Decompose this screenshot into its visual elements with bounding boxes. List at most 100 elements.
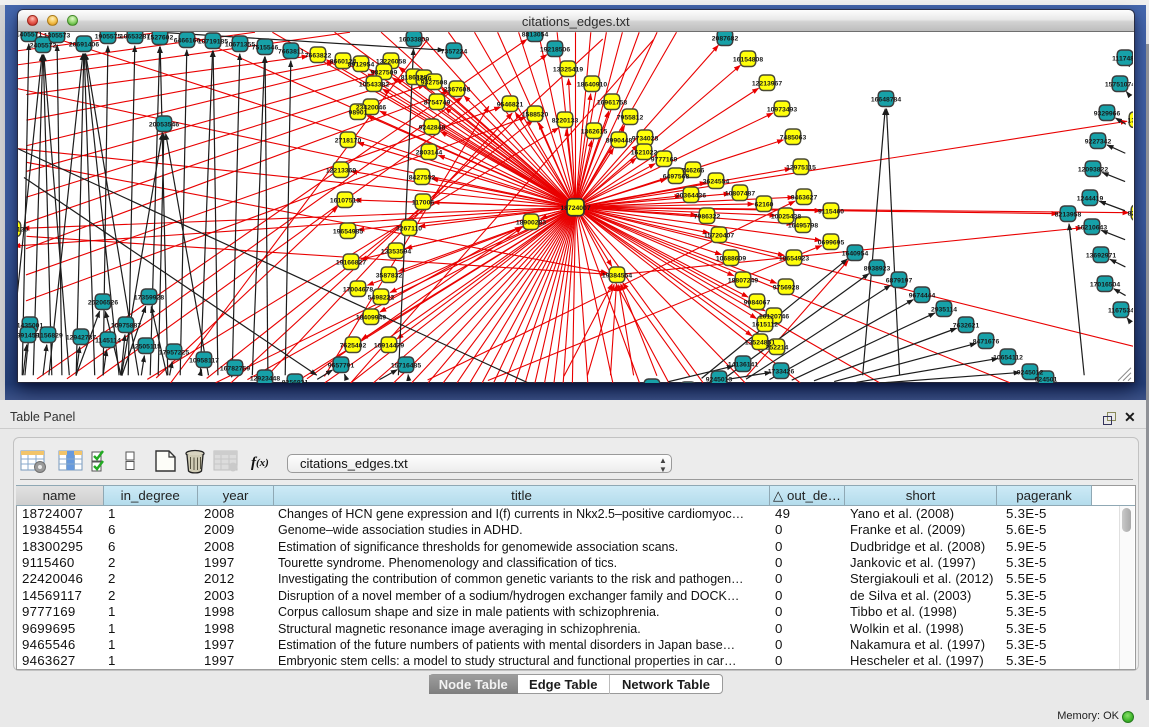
svg-text:8220133: 8220133 (552, 117, 579, 124)
svg-text:20053546: 20053546 (149, 121, 179, 128)
svg-text:1588520: 1588520 (522, 111, 549, 118)
svg-text:9756928: 9756928 (773, 284, 800, 291)
svg-text:8754749: 8754749 (424, 99, 451, 106)
svg-text:6879197: 6879197 (886, 277, 913, 284)
svg-text:20691406: 20691406 (69, 41, 99, 48)
svg-text:13353594: 13353594 (381, 248, 411, 255)
svg-text:1117480: 1117480 (1112, 55, 1133, 62)
svg-text:(x): (x) (256, 457, 269, 469)
svg-text:17004678: 17004678 (343, 286, 373, 293)
svg-text:17016504: 17016504 (1090, 281, 1120, 288)
svg-text:62160: 62160 (755, 201, 774, 208)
svg-text:16120746: 16120746 (759, 313, 789, 320)
svg-text:10973493: 10973493 (767, 106, 797, 113)
svg-text:18807249: 18807249 (728, 277, 758, 284)
svg-text:7955812: 7955812 (617, 114, 644, 121)
svg-text:15751074: 15751074 (1105, 81, 1133, 88)
svg-text:1362615: 1362615 (581, 128, 608, 135)
svg-text:9327508: 9327508 (421, 79, 448, 86)
svg-text:12093822: 12093822 (1078, 166, 1108, 173)
svg-text:18409949: 18409949 (356, 314, 386, 321)
svg-text:8813054: 8813054 (522, 32, 549, 38)
svg-text:12213967: 12213967 (752, 80, 782, 87)
svg-text:7663822: 7663822 (305, 52, 332, 59)
svg-text:9463627: 9463627 (791, 194, 818, 201)
svg-text:1435001: 1435001 (18, 322, 43, 329)
svg-text:15720407: 15720407 (704, 232, 734, 239)
svg-text:7485063: 7485063 (780, 134, 807, 141)
svg-text:7357224: 7357224 (441, 48, 468, 55)
svg-text:10719185: 10719185 (198, 38, 228, 45)
svg-text:9245013: 9245013 (706, 376, 733, 383)
svg-text:1905575: 1905575 (95, 33, 122, 40)
svg-text:13226058: 13226058 (376, 58, 406, 65)
svg-text:9115460: 9115460 (818, 208, 844, 215)
svg-text:7515546: 7515546 (252, 44, 279, 51)
svg-text:9674444: 9674444 (909, 292, 936, 299)
svg-text:20364436: 20364436 (676, 192, 706, 199)
svg-text:9546821: 9546821 (497, 101, 524, 108)
svg-text:9084067: 9084067 (744, 299, 771, 306)
svg-text:13325419: 13325419 (553, 66, 583, 73)
svg-text:19654985: 19654985 (333, 228, 363, 235)
svg-text:10025438: 10025438 (771, 213, 801, 220)
svg-text:14136141: 14136141 (728, 361, 758, 368)
svg-text:5498222: 5498222 (368, 294, 395, 301)
svg-text:2803144: 2803144 (416, 149, 443, 156)
svg-text:2405572: 2405572 (30, 42, 57, 49)
svg-text:16154808: 16154808 (733, 56, 763, 63)
svg-text:8912954: 8912954 (348, 61, 375, 68)
svg-text:16648784: 16648784 (871, 96, 901, 103)
svg-text:19166827: 19166827 (336, 259, 366, 266)
svg-text:16107513: 16107513 (330, 197, 360, 204)
svg-text:17957225: 17957225 (159, 349, 189, 356)
svg-text:16033809: 16033809 (399, 36, 429, 43)
svg-text:8427552: 8427552 (409, 174, 436, 181)
svg-text:6497568: 6497568 (663, 173, 690, 180)
svg-text:1621022: 1621022 (631, 149, 658, 156)
svg-text:9227342: 9227342 (1085, 138, 1112, 145)
svg-text:13267130: 13267130 (18, 226, 28, 233)
svg-text:8356931: 8356931 (282, 379, 309, 383)
svg-text:12923448: 12923448 (250, 375, 280, 382)
svg-text:10975887: 10975887 (111, 322, 141, 329)
svg-text:10543382: 10543382 (359, 81, 389, 88)
svg-text:18640910: 18640910 (577, 81, 607, 88)
svg-text:12505115: 12505115 (131, 343, 161, 350)
svg-text:8213958: 8213958 (1055, 211, 1082, 218)
svg-text:1615112: 1615112 (752, 321, 778, 328)
svg-text:10688609: 10688609 (716, 255, 746, 262)
svg-text:2935114: 2935114 (931, 306, 957, 313)
svg-text:26206526: 26206526 (88, 299, 118, 306)
svg-text:10958117: 10958117 (189, 357, 219, 364)
svg-text:8938923: 8938923 (864, 265, 891, 272)
svg-text:1167534: 1167534 (1108, 307, 1133, 314)
svg-text:1733426: 1733426 (768, 368, 795, 375)
svg-text:13325: 13325 (1128, 117, 1133, 124)
svg-text:19384554: 19384554 (602, 272, 632, 279)
svg-text:8471676: 8471676 (973, 338, 1000, 345)
svg-text:13692971: 13692971 (1086, 252, 1116, 259)
svg-text:16210643: 16210643 (1077, 224, 1107, 231)
svg-text:1145114: 1145114 (95, 337, 121, 344)
svg-text:117006: 117006 (412, 199, 435, 206)
svg-text:252214: 252214 (766, 344, 789, 351)
svg-text:15716485: 15716485 (391, 362, 421, 369)
svg-text:18900283: 18900283 (516, 219, 546, 226)
svg-text:7663811: 7663811 (278, 48, 304, 55)
svg-text:1405571: 1405571 (18, 32, 42, 38)
svg-text:9827509: 9827509 (371, 69, 398, 76)
svg-text:0699695: 0699695 (818, 239, 845, 246)
svg-text:9734028: 9734028 (632, 135, 659, 142)
svg-text:8990448: 8990448 (606, 137, 633, 144)
svg-text:1527602: 1527602 (147, 34, 174, 41)
svg-text:1244419: 1244419 (1077, 195, 1104, 202)
svg-text:3587832: 3587832 (376, 272, 403, 279)
svg-text:18724007: 18724007 (560, 204, 590, 211)
svg-text:12975115: 12975115 (786, 164, 816, 171)
svg-text:10807487: 10807487 (725, 190, 755, 197)
svg-text:3624554: 3624554 (703, 178, 730, 185)
svg-text:10671355: 10671355 (225, 41, 255, 48)
svg-text:12942737: 12942737 (66, 334, 96, 341)
svg-text:2087682: 2087682 (712, 35, 739, 42)
